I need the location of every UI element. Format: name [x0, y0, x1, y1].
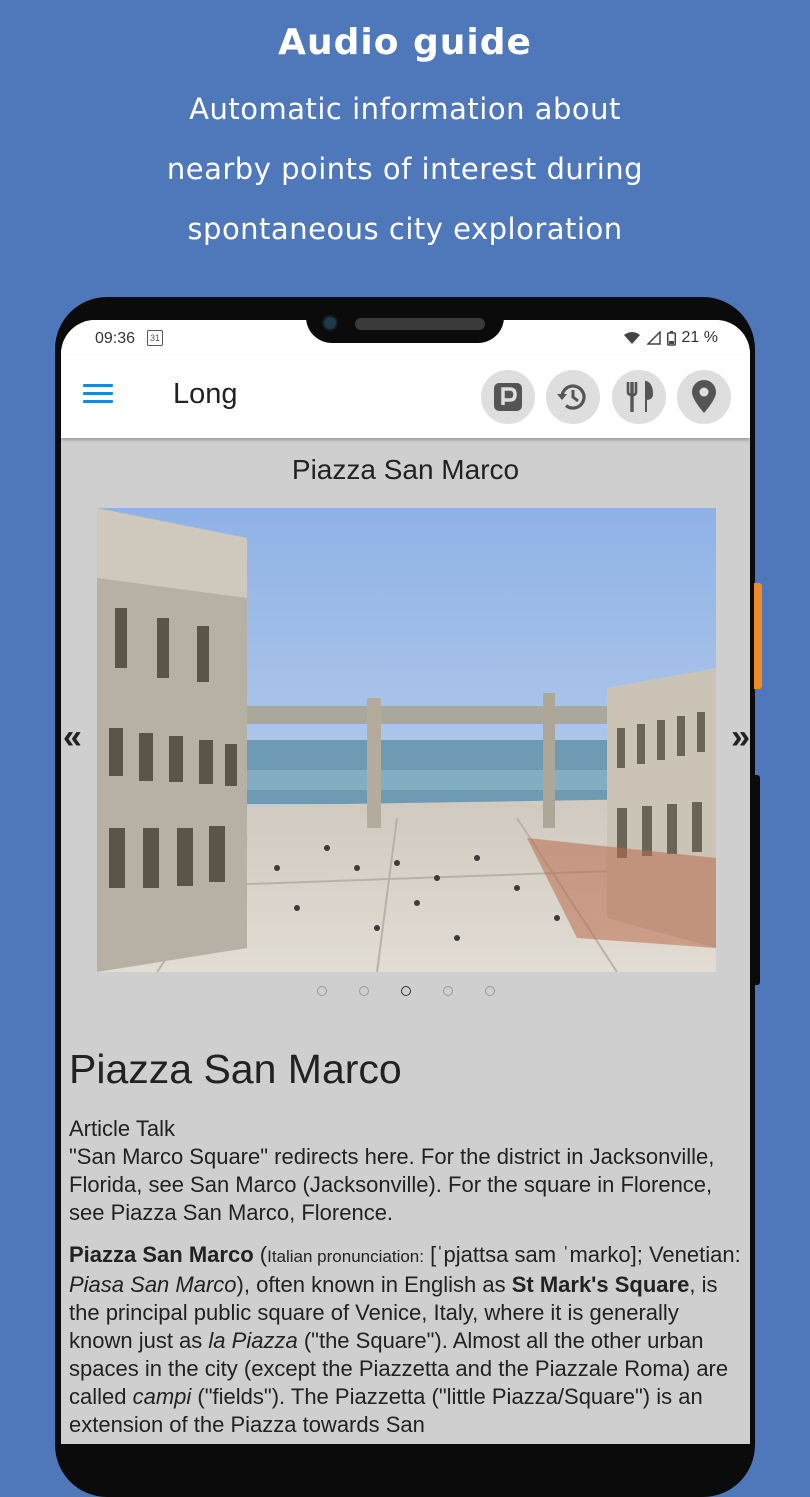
venetian-label: Venetian: — [648, 1242, 741, 1267]
carousel-dot[interactable] — [484, 986, 495, 996]
signal-icon — [646, 331, 661, 345]
promo-title: Audio guide — [278, 22, 532, 63]
article-heading: Piazza San Marco — [69, 1046, 402, 1092]
place-title: Piazza San Marco — [291, 454, 520, 485]
battery-level: 21 % — [681, 329, 718, 346]
carousel-dot[interactable] — [358, 986, 369, 996]
carousel-indicator — [61, 986, 750, 996]
history-button[interactable] — [546, 370, 600, 424]
restaurant-button[interactable] — [612, 370, 666, 424]
piazza-photo-illustration — [97, 508, 716, 972]
menu-icon[interactable] — [83, 384, 113, 408]
location-button[interactable] — [677, 370, 731, 424]
carousel-dot-active[interactable] — [400, 986, 411, 996]
bold-english-name: St Mark's Square — [511, 1272, 690, 1297]
carousel-dot[interactable] — [442, 986, 453, 996]
restaurant-icon — [626, 380, 654, 412]
place-photo[interactable] — [97, 508, 716, 972]
carousel-dot[interactable] — [316, 986, 327, 996]
article-paragraph: Piazza San Marco (Italian pronunciation:… — [69, 1242, 741, 1437]
known-text: ), often known in English as — [236, 1272, 506, 1297]
next-image-button[interactable]: » — [731, 718, 750, 757]
previous-image-button[interactable]: « — [63, 718, 82, 757]
phone-screen: 09:36 31 21 % Long Piazza San Marco « » — [61, 320, 750, 1444]
phone-volume-button — [754, 775, 760, 985]
front-camera — [322, 315, 338, 331]
status-icons: 21 % — [623, 329, 718, 347]
pronunciation-value: [ˈpjattsa sam ˈmarko]; — [430, 1242, 643, 1267]
promo-line-2: nearby points of interest during — [166, 152, 644, 186]
phone-side-button — [754, 583, 762, 689]
app-bar: Long — [61, 356, 750, 438]
battery-icon — [666, 330, 676, 346]
article-intro: Article Talk "San Marco Square" redirects… — [69, 1115, 745, 1227]
promo-line-3: spontaneous city exploration — [187, 212, 623, 246]
parking-icon — [494, 383, 522, 411]
earpiece-speaker — [355, 318, 485, 330]
venetian-name: Piasa San Marco — [69, 1272, 237, 1297]
la-piazza: la Piazza — [208, 1328, 298, 1353]
location-pin-icon — [692, 380, 716, 413]
status-time: 09:36 — [95, 330, 136, 347]
pronunciation-label: Italian pronunciation: — [267, 1247, 424, 1266]
wifi-icon — [623, 332, 640, 344]
article-tabs: Article Talk — [69, 1116, 175, 1141]
promo-line-1: Automatic information about — [189, 92, 621, 126]
app-title: Long — [173, 378, 238, 410]
parking-button[interactable] — [481, 370, 535, 424]
calendar-icon: 31 — [147, 330, 163, 346]
redirect-note: "San Marco Square" redirects here. For t… — [69, 1144, 715, 1225]
history-icon — [557, 384, 586, 410]
article: Piazza San Marco Article Talk "San Marco … — [69, 1046, 745, 1444]
campi: campi — [132, 1384, 192, 1409]
bold-name: Piazza San Marco — [69, 1242, 254, 1267]
